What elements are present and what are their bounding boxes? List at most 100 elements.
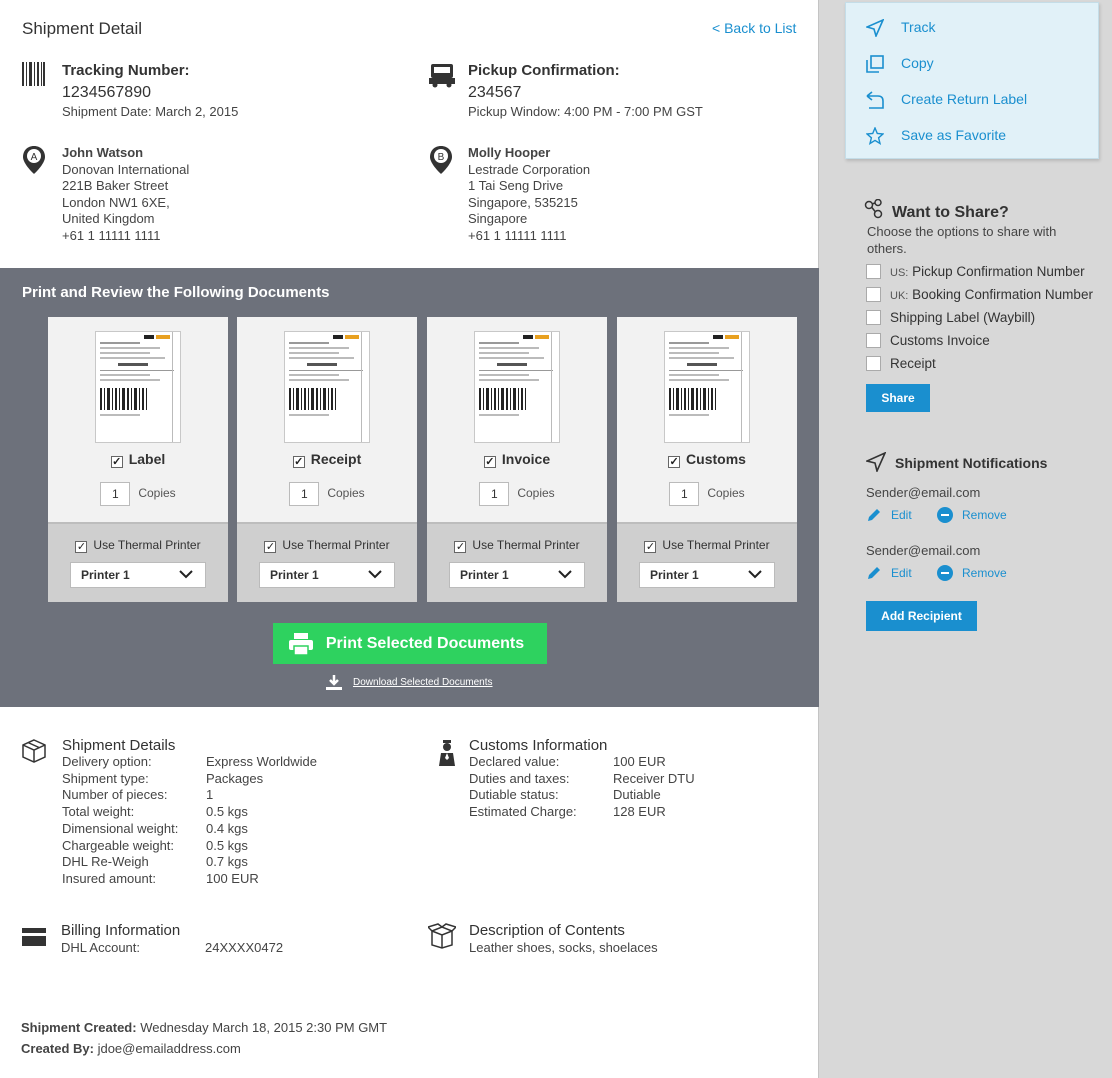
location-pin-a-icon: A [23,146,45,174]
package-icon [22,739,46,763]
menu-item-copy[interactable]: Copy [866,55,934,73]
menu-item-create-return-label[interactable]: Create Return Label [866,91,1027,109]
copies-control: 1 Copies [617,482,797,506]
checkbox-checked-icon[interactable]: ✓ [644,541,657,553]
chevron-down-icon [558,570,572,579]
customs-value: 128 EUR [613,804,666,820]
shipment-details-keys: Delivery option: Shipment type: Number o… [62,754,178,888]
detail-key: Dimensional weight: [62,820,179,836]
printer-select[interactable]: Printer 1 [639,562,775,588]
recipient-email: Sender@email.com [866,485,981,500]
share-button[interactable]: Share [866,384,930,412]
printer-icon [289,633,313,655]
sender-line: London NW1 6XE, [62,194,170,210]
customs-key: Dutiable status: [469,787,559,803]
remove-link[interactable]: Remove [962,508,1007,522]
copies-input[interactable]: 1 [289,482,320,506]
checkbox-checked-icon[interactable]: ✓ [668,456,681,468]
customs-key: Declared value: [469,754,560,769]
copies-label: Copies [517,486,555,501]
document-checkbox-label[interactable]: ✓ Customs [617,451,797,468]
document-checkbox-label[interactable]: ✓ Invoice [427,451,607,468]
detail-value: 0.4 kgs [206,820,248,836]
copies-label: Copies [327,486,365,501]
sender-address: John Watson Donovan International 221B B… [62,145,189,244]
detail-key: Insured amount: [62,870,156,886]
checkbox[interactable] [866,287,881,302]
share-option-label: Receipt [890,356,936,371]
share-desc-line: Choose the options to share with [867,224,1057,239]
printer-select[interactable]: Printer 1 [259,562,395,588]
detail-value: 100 EUR [206,870,259,886]
printer-select[interactable]: Printer 1 [449,562,585,588]
download-link-label: Download Selected Documents [353,677,493,688]
pin-b-letter: B [438,152,445,163]
pickup-label: Pickup Confirmation: [468,62,620,79]
sender-line: Donovan International [62,161,190,177]
checkbox[interactable] [866,333,881,348]
printer-options: ✓ Use Thermal Printer Printer 1 [48,522,228,602]
created-by-value: jdoe@emailaddress.com [93,1041,241,1056]
checkbox-checked-icon[interactable]: ✓ [292,456,305,468]
remove-link[interactable]: Remove [962,566,1007,580]
edit-link[interactable]: Edit [891,566,912,580]
copies-label: Copies [707,486,745,501]
printer-select[interactable]: Printer 1 [70,562,206,588]
share-option-label: Shipping Label (Waybill) [890,310,1036,325]
share-option[interactable]: Receipt [866,356,936,371]
print-selected-button[interactable]: Print Selected Documents [273,623,547,664]
copies-control: 1 Copies [48,482,228,506]
edit-link[interactable]: Edit [891,508,912,522]
checkbox[interactable] [866,264,881,279]
page-title: Shipment Detail [22,19,143,38]
document-card-invoice: ✓ Invoice 1 Copies ✓ Use Thermal Printer Pr… [427,317,607,602]
thermal-printer-option[interactable]: ✓ Use Thermal Printer [617,538,797,553]
thermal-printer-option[interactable]: ✓ Use Thermal Printer [237,538,417,553]
checkbox-checked-icon[interactable]: ✓ [110,456,123,468]
copies-input[interactable]: 1 [479,482,510,506]
download-selected-link[interactable]: Download Selected Documents [326,675,493,690]
checkbox-checked-icon[interactable]: ✓ [75,541,88,553]
detail-key: Total weight: [62,804,135,820]
document-checkbox-label[interactable]: ✓ Receipt [237,451,417,468]
share-option[interactable]: Shipping Label (Waybill) [866,310,1035,325]
add-recipient-button[interactable]: Add Recipient [866,601,977,631]
document-thumbnail [284,331,370,443]
menu-item-save-favorite[interactable]: Save as Favorite [866,127,1006,145]
checkbox-checked-icon[interactable]: ✓ [264,541,277,553]
checkbox[interactable] [866,310,881,325]
share-icon [864,199,883,219]
checkbox-checked-icon[interactable]: ✓ [483,456,496,468]
document-thumbnail [664,331,750,443]
document-card-label: ✓ Label 1 Copies ✓ Use Thermal Printer Prin… [48,317,228,602]
checkbox-checked-icon[interactable]: ✓ [454,541,467,553]
printer-value: Printer 1 [650,568,699,582]
thermal-printer-option[interactable]: ✓ Use Thermal Printer [48,538,228,553]
created-by-label: Created By: [21,1041,94,1056]
pencil-icon [868,567,880,579]
thermal-label: Use Thermal Printer [472,538,580,552]
receiver-name: Molly Hooper [468,145,551,160]
copies-input[interactable]: 1 [669,482,700,506]
share-option[interactable]: UK: Booking Confirmation Number [866,287,1093,302]
checkbox[interactable] [866,356,881,371]
share-desc-line: others. [867,241,907,256]
detail-value: Express Worldwide [206,754,318,769]
label-preview-graphic [479,332,553,442]
share-option-prefix: US: [890,267,909,279]
documents-section: Print and Review the Following Documents… [0,268,819,707]
document-name: Receipt [310,451,362,467]
share-option[interactable]: Customs Invoice [866,333,990,348]
document-checkbox-label[interactable]: ✓ Label [48,451,228,468]
back-to-list-link[interactable]: < Back to List [712,20,796,36]
open-box-icon [428,923,456,949]
thermal-printer-option[interactable]: ✓ Use Thermal Printer [427,538,607,553]
label-preview-graphic [100,332,174,442]
barcode-icon [22,62,45,86]
share-option[interactable]: US: Pickup Confirmation Number [866,264,1085,279]
copies-input[interactable]: 1 [100,482,131,506]
menu-item-track[interactable]: Track [866,19,935,37]
billing-value: 24XXXX0472 [205,940,284,955]
copy-icon [866,55,884,73]
detail-value: Packages [206,770,264,786]
